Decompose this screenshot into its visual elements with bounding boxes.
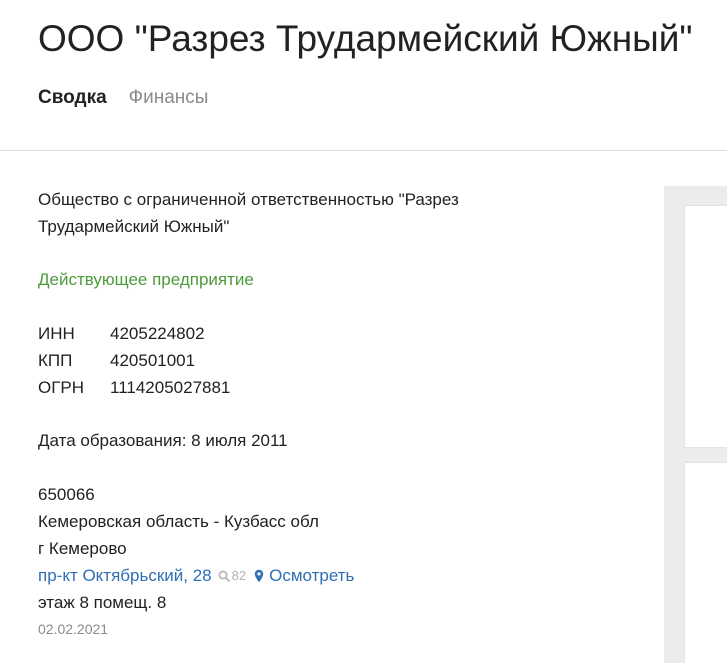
inn-value: 4205224802 <box>110 324 205 343</box>
company-status: Действующее предприятие <box>38 270 254 289</box>
map-pin-icon <box>254 569 264 582</box>
search-icon <box>218 570 230 582</box>
tab-finances[interactable]: Финансы <box>129 86 209 110</box>
street-link[interactable]: пр-кт Октябрьский, 28 <box>38 562 212 589</box>
inn-label: ИНН <box>38 324 75 343</box>
page: ООО "Разрез Трудармейский Южный" Сводка … <box>0 0 727 663</box>
address-search-count[interactable]: 82 <box>218 562 246 589</box>
address-street-row: пр-кт Октябрьский, 28 82 Осмотреть <box>38 562 638 589</box>
search-count-value: 82 <box>231 568 247 583</box>
ogrn-row: ОГРН 1114205027881 <box>38 374 638 401</box>
address-city: г Кемерово <box>38 539 127 558</box>
address-updated-date: 02.02.2021 <box>38 621 109 637</box>
sidebar-card <box>684 205 727 448</box>
view-link-label: Осмотреть <box>269 566 355 585</box>
registration-date: Дата образования: 8 июля 2011 <box>38 431 288 450</box>
header-divider <box>0 150 727 151</box>
address-premises: этаж 8 помещ. 8 <box>38 593 167 612</box>
sidebar-card <box>684 462 727 663</box>
tab-summary[interactable]: Сводка <box>38 86 107 110</box>
company-full-name: Общество с ограниченной ответственностью… <box>38 190 459 236</box>
view-on-map-link[interactable]: Осмотреть <box>254 562 354 589</box>
address-block: 650066 Кемеровская область - Кузбасс обл… <box>38 481 638 643</box>
kpp-value: 420501001 <box>110 351 196 370</box>
company-codes: ИНН 4205224802 КПП 420501001 ОГРН 111420… <box>38 320 638 401</box>
tab-bar: Сводка Финансы <box>38 86 208 110</box>
ogrn-label: ОГРН <box>38 378 85 397</box>
ogrn-value: 1114205027881 <box>110 378 231 397</box>
summary-section: Общество с ограниченной ответственностью… <box>38 186 638 643</box>
kpp-row: КПП 420501001 <box>38 347 638 374</box>
postal-code: 650066 <box>38 485 95 504</box>
inn-row: ИНН 4205224802 <box>38 320 638 347</box>
page-title: ООО "Разрез Трудармейский Южный" <box>38 18 693 59</box>
kpp-label: КПП <box>38 351 73 370</box>
address-region: Кемеровская область - Кузбасс обл <box>38 512 319 531</box>
